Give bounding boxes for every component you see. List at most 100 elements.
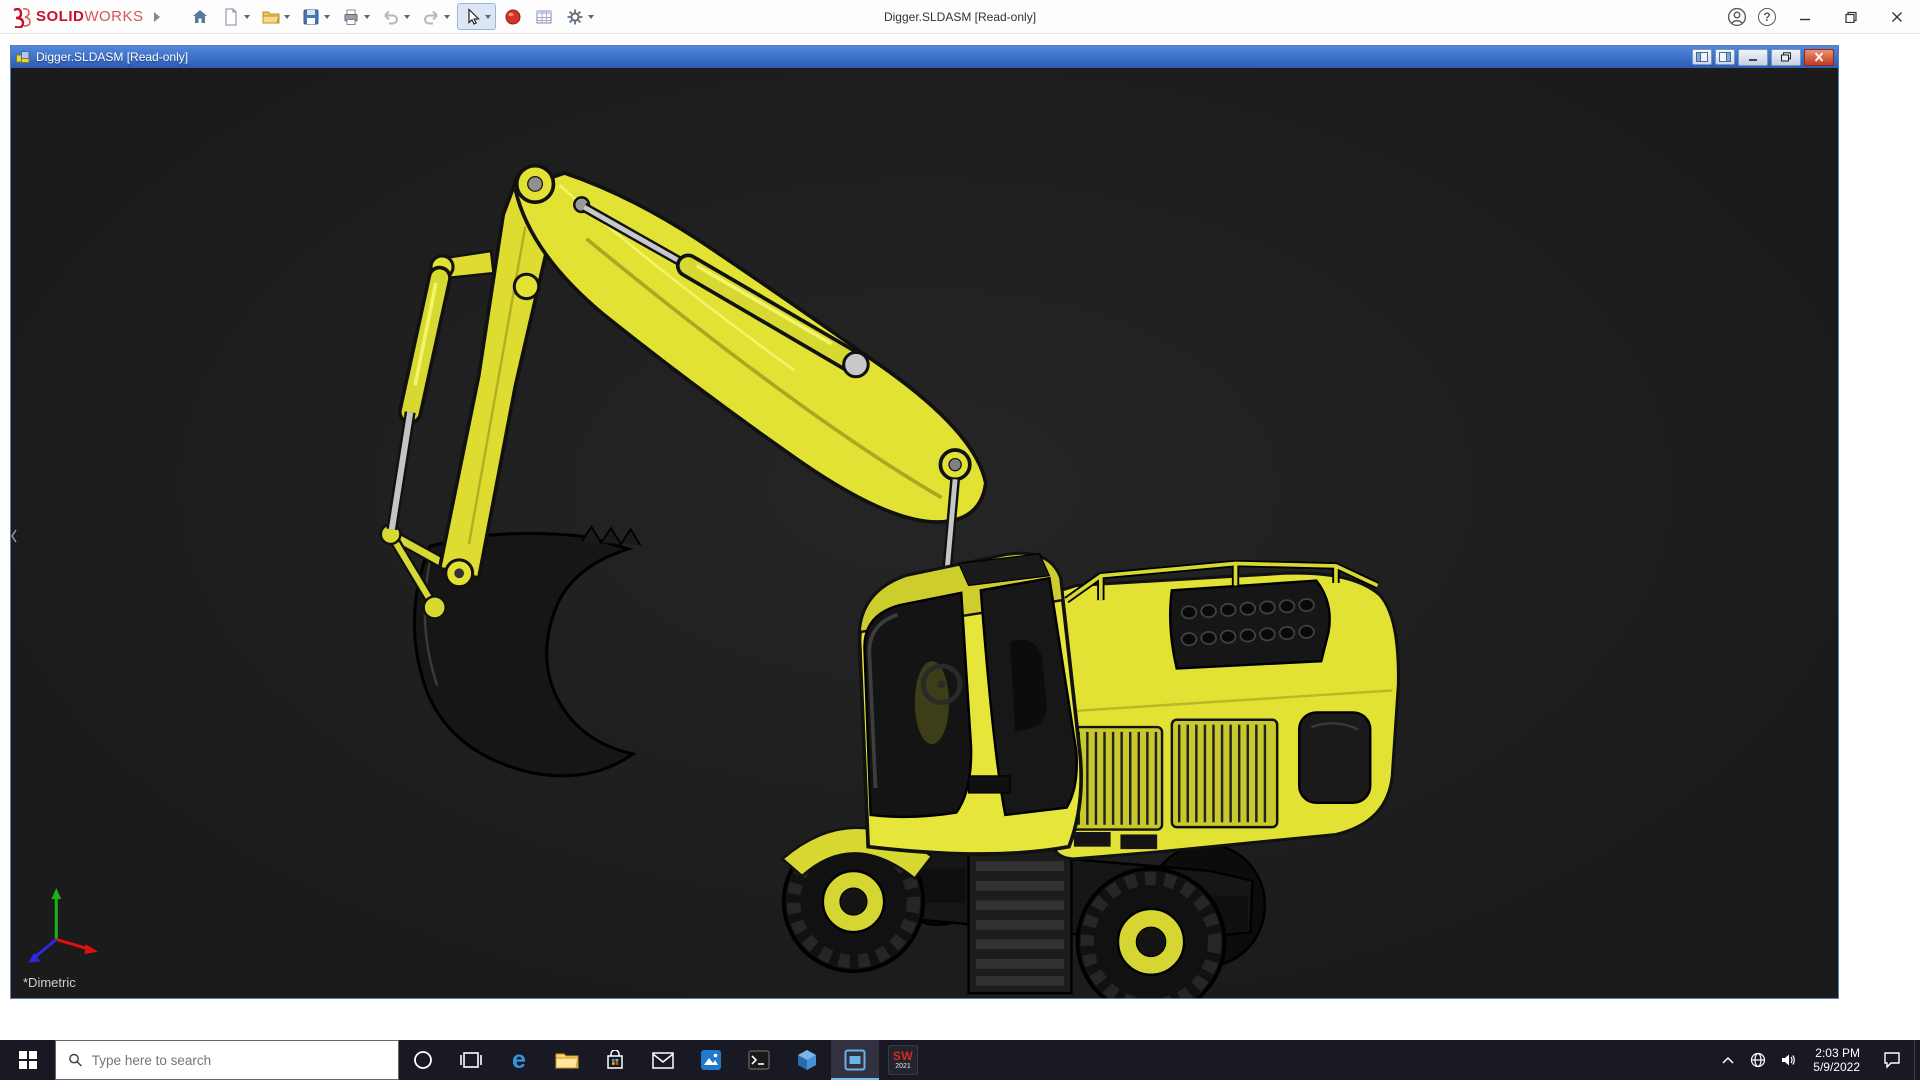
- taskbar-clock[interactable]: 2:03 PM 5/9/2022: [1803, 1040, 1870, 1080]
- desktop: SOLIDWORKS Digger.SLDASM [Read-only] ? D…: [0, 0, 1920, 1080]
- solidworks-app-button[interactable]: [831, 1040, 879, 1080]
- home-button[interactable]: [186, 3, 214, 30]
- photos-icon: [701, 1050, 721, 1070]
- store-button[interactable]: [591, 1040, 639, 1080]
- undo-button[interactable]: [377, 3, 414, 30]
- edrawings-button[interactable]: [783, 1040, 831, 1080]
- task-view-button[interactable]: [447, 1040, 495, 1080]
- network-icon: [1751, 1052, 1766, 1068]
- document-window-controls: [1692, 48, 1834, 66]
- save-icon: [303, 9, 319, 24]
- doc-minimize-button[interactable]: [1738, 48, 1768, 66]
- start-button[interactable]: [0, 1040, 55, 1080]
- show-desktop-button[interactable]: [1914, 1040, 1920, 1080]
- chevron-up-icon: [1722, 1056, 1734, 1064]
- help-button[interactable]: ?: [1752, 0, 1782, 34]
- sw-2021-icon: SW 2021: [888, 1045, 918, 1075]
- dropdown-caret-icon[interactable]: [283, 14, 290, 19]
- app-titlebar: SOLIDWORKS Digger.SLDASM [Read-only] ?: [0, 0, 1920, 34]
- appearance-button[interactable]: [499, 3, 527, 30]
- print-icon: [344, 9, 358, 25]
- redo-icon: [423, 10, 438, 24]
- graphics-viewport[interactable]: *Dimetric: [11, 68, 1838, 998]
- system-tray: 2:03 PM 5/9/2022: [1713, 1040, 1920, 1080]
- document-titlebar[interactable]: Digger.SLDASM [Read-only]: [11, 46, 1838, 68]
- maximize-icon: [1845, 11, 1857, 23]
- select-button[interactable]: [456, 3, 496, 30]
- window-maximize-button[interactable]: [1828, 0, 1874, 34]
- dropdown-caret-icon[interactable]: [484, 14, 491, 19]
- file-explorer-button[interactable]: [543, 1040, 591, 1080]
- panel-left-icon: [1696, 52, 1708, 62]
- app-titlebar-right: ?: [1722, 0, 1920, 34]
- taskbar-search[interactable]: [55, 1040, 399, 1080]
- panel-collapse-arrow[interactable]: [11, 528, 18, 549]
- new-document-button[interactable]: [217, 3, 254, 30]
- mail-icon: [652, 1051, 674, 1069]
- terminal-button[interactable]: [735, 1040, 783, 1080]
- home-icon: [192, 9, 207, 23]
- red-sphere-icon: [505, 9, 521, 24]
- doc-close-icon: [1814, 52, 1824, 62]
- document-title: Digger.SLDASM [Read-only]: [36, 50, 189, 64]
- options-button[interactable]: [561, 3, 598, 30]
- properties-button[interactable]: [530, 3, 558, 30]
- windows-logo-icon: [18, 1051, 37, 1069]
- solidworks-2021-button[interactable]: SW 2021: [879, 1040, 927, 1080]
- store-icon: [607, 1050, 623, 1069]
- excavator-model: [379, 163, 1400, 998]
- notification-icon: [1884, 1052, 1900, 1069]
- assembly-document-icon: [16, 51, 30, 63]
- open-button[interactable]: [257, 3, 294, 30]
- dropdown-caret-icon[interactable]: [403, 14, 410, 19]
- mail-button[interactable]: [639, 1040, 687, 1080]
- action-center-button[interactable]: [1870, 1040, 1914, 1080]
- viewport-canvas[interactable]: [11, 68, 1838, 998]
- redo-button[interactable]: [417, 3, 454, 30]
- window-close-button[interactable]: [1874, 0, 1920, 34]
- solidworks-logo: SOLIDWORKS: [0, 6, 144, 28]
- tray-chevron-button[interactable]: [1713, 1040, 1743, 1080]
- terminal-icon: [748, 1050, 770, 1070]
- doc-minimize-icon: [1749, 59, 1757, 61]
- dropdown-caret-icon[interactable]: [363, 14, 370, 19]
- app-window-title: Digger.SLDASM [Read-only]: [883, 10, 1037, 24]
- edge-button[interactable]: e: [495, 1040, 543, 1080]
- minimize-icon: [1800, 18, 1810, 21]
- save-button[interactable]: [297, 3, 334, 30]
- dropdown-caret-icon[interactable]: [443, 14, 450, 19]
- photos-button[interactable]: [687, 1040, 735, 1080]
- print-button[interactable]: [337, 3, 374, 30]
- volume-button[interactable]: [1773, 1040, 1803, 1080]
- spreadsheet-icon: [536, 10, 552, 23]
- doc-restore-button[interactable]: [1771, 48, 1801, 66]
- stick-cylinder: [386, 254, 455, 531]
- dropdown-caret-icon[interactable]: [323, 14, 330, 19]
- user-account-icon: [1727, 7, 1747, 27]
- doc-panel-button-2[interactable]: [1715, 49, 1735, 65]
- doc-panel-button-1[interactable]: [1692, 49, 1712, 65]
- select-cursor-icon: [467, 7, 480, 25]
- cab: [857, 551, 1083, 856]
- network-button[interactable]: [1743, 1040, 1773, 1080]
- window-minimize-button[interactable]: [1782, 0, 1828, 34]
- file-explorer-icon: [555, 1053, 579, 1069]
- cube-3d-icon: [798, 1050, 816, 1070]
- doc-restore-icon: [1781, 52, 1791, 62]
- taskbar-search-input[interactable]: [91, 1052, 386, 1068]
- panel-right-icon: [1719, 52, 1731, 62]
- toolbar-expand-arrow[interactable]: [153, 11, 160, 22]
- solidworks-logo-icon: [13, 7, 31, 28]
- view-orientation-label: *Dimetric: [23, 975, 76, 990]
- open-folder-icon: [262, 11, 280, 23]
- doc-close-button[interactable]: [1804, 48, 1834, 66]
- close-icon: [1892, 12, 1902, 22]
- cortana-button[interactable]: [399, 1040, 447, 1080]
- undo-icon: [383, 10, 398, 24]
- chevron-left-icon: [11, 529, 17, 543]
- dropdown-caret-icon[interactable]: [587, 14, 594, 19]
- dropdown-caret-icon[interactable]: [243, 14, 250, 19]
- quick-access-toolbar: [186, 3, 598, 30]
- app-window-icon: [844, 1049, 866, 1071]
- account-button[interactable]: [1722, 0, 1752, 34]
